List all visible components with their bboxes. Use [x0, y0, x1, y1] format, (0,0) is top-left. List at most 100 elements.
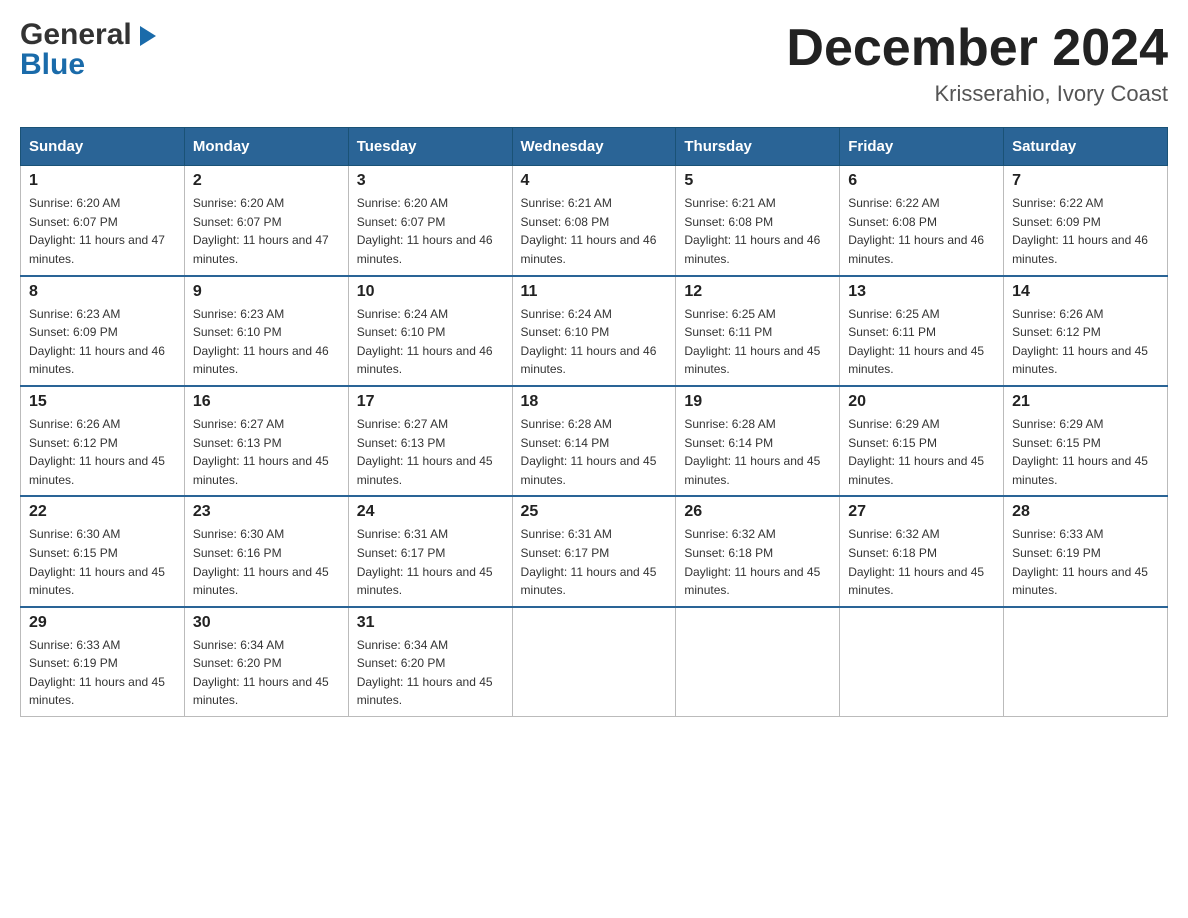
day-info: Sunrise: 6:31 AMSunset: 6:17 PMDaylight:…: [357, 525, 504, 599]
day-info: Sunrise: 6:22 AMSunset: 6:08 PMDaylight:…: [848, 194, 995, 268]
day-number: 22: [29, 503, 176, 521]
day-info: Sunrise: 6:27 AMSunset: 6:13 PMDaylight:…: [193, 415, 340, 489]
day-number: 19: [684, 393, 831, 411]
day-info: Sunrise: 6:28 AMSunset: 6:14 PMDaylight:…: [521, 415, 668, 489]
day-number: 28: [1012, 503, 1159, 521]
day-info: Sunrise: 6:29 AMSunset: 6:15 PMDaylight:…: [1012, 415, 1159, 489]
logo: General Blue: [20, 20, 162, 82]
calendar-cell: 3 Sunrise: 6:20 AMSunset: 6:07 PMDayligh…: [348, 166, 512, 276]
calendar-header: Sunday Monday Tuesday Wednesday Thursday…: [21, 128, 1168, 166]
calendar-cell: 30 Sunrise: 6:34 AMSunset: 6:20 PMDaylig…: [184, 607, 348, 717]
day-number: 11: [521, 283, 668, 301]
page-header: General Blue December 2024 Krisserahio, …: [20, 20, 1168, 107]
day-number: 10: [357, 283, 504, 301]
day-info: Sunrise: 6:30 AMSunset: 6:15 PMDaylight:…: [29, 525, 176, 599]
calendar-cell: 21 Sunrise: 6:29 AMSunset: 6:15 PMDaylig…: [1004, 386, 1168, 496]
calendar-cell: 27 Sunrise: 6:32 AMSunset: 6:18 PMDaylig…: [840, 496, 1004, 606]
day-number: 25: [521, 503, 668, 521]
calendar-cell: 29 Sunrise: 6:33 AMSunset: 6:19 PMDaylig…: [21, 607, 185, 717]
logo-general: General: [20, 20, 132, 50]
day-number: 23: [193, 503, 340, 521]
calendar-cell: 14 Sunrise: 6:26 AMSunset: 6:12 PMDaylig…: [1004, 276, 1168, 386]
month-title: December 2024: [786, 20, 1168, 77]
calendar-cell: 19 Sunrise: 6:28 AMSunset: 6:14 PMDaylig…: [676, 386, 840, 496]
day-info: Sunrise: 6:26 AMSunset: 6:12 PMDaylight:…: [29, 415, 176, 489]
day-info: Sunrise: 6:24 AMSunset: 6:10 PMDaylight:…: [521, 305, 668, 379]
calendar-row: 22 Sunrise: 6:30 AMSunset: 6:15 PMDaylig…: [21, 496, 1168, 606]
logo-blue: Blue: [20, 48, 85, 82]
day-info: Sunrise: 6:24 AMSunset: 6:10 PMDaylight:…: [357, 305, 504, 379]
location: Krisserahio, Ivory Coast: [786, 81, 1168, 107]
calendar-cell: 9 Sunrise: 6:23 AMSunset: 6:10 PMDayligh…: [184, 276, 348, 386]
day-info: Sunrise: 6:32 AMSunset: 6:18 PMDaylight:…: [848, 525, 995, 599]
day-number: 3: [357, 172, 504, 190]
day-number: 7: [1012, 172, 1159, 190]
day-info: Sunrise: 6:21 AMSunset: 6:08 PMDaylight:…: [684, 194, 831, 268]
calendar-row: 8 Sunrise: 6:23 AMSunset: 6:09 PMDayligh…: [21, 276, 1168, 386]
col-sunday: Sunday: [21, 128, 185, 166]
calendar-cell: 13 Sunrise: 6:25 AMSunset: 6:11 PMDaylig…: [840, 276, 1004, 386]
day-info: Sunrise: 6:20 AMSunset: 6:07 PMDaylight:…: [357, 194, 504, 268]
day-number: 15: [29, 393, 176, 411]
day-info: Sunrise: 6:29 AMSunset: 6:15 PMDaylight:…: [848, 415, 995, 489]
day-info: Sunrise: 6:20 AMSunset: 6:07 PMDaylight:…: [193, 194, 340, 268]
calendar-cell: 26 Sunrise: 6:32 AMSunset: 6:18 PMDaylig…: [676, 496, 840, 606]
calendar-cell: 4 Sunrise: 6:21 AMSunset: 6:08 PMDayligh…: [512, 166, 676, 276]
day-number: 1: [29, 172, 176, 190]
calendar-cell: 15 Sunrise: 6:26 AMSunset: 6:12 PMDaylig…: [21, 386, 185, 496]
calendar-cell: 1 Sunrise: 6:20 AMSunset: 6:07 PMDayligh…: [21, 166, 185, 276]
day-info: Sunrise: 6:34 AMSunset: 6:20 PMDaylight:…: [357, 636, 504, 710]
day-number: 21: [1012, 393, 1159, 411]
day-number: 29: [29, 614, 176, 632]
day-number: 2: [193, 172, 340, 190]
calendar-cell: 7 Sunrise: 6:22 AMSunset: 6:09 PMDayligh…: [1004, 166, 1168, 276]
calendar-cell: [1004, 607, 1168, 717]
col-monday: Monday: [184, 128, 348, 166]
day-number: 14: [1012, 283, 1159, 301]
day-info: Sunrise: 6:25 AMSunset: 6:11 PMDaylight:…: [848, 305, 995, 379]
day-number: 24: [357, 503, 504, 521]
day-number: 9: [193, 283, 340, 301]
calendar-cell: 2 Sunrise: 6:20 AMSunset: 6:07 PMDayligh…: [184, 166, 348, 276]
day-info: Sunrise: 6:30 AMSunset: 6:16 PMDaylight:…: [193, 525, 340, 599]
day-info: Sunrise: 6:28 AMSunset: 6:14 PMDaylight:…: [684, 415, 831, 489]
day-number: 16: [193, 393, 340, 411]
day-number: 30: [193, 614, 340, 632]
calendar-row: 15 Sunrise: 6:26 AMSunset: 6:12 PMDaylig…: [21, 386, 1168, 496]
day-info: Sunrise: 6:34 AMSunset: 6:20 PMDaylight:…: [193, 636, 340, 710]
day-number: 27: [848, 503, 995, 521]
day-info: Sunrise: 6:33 AMSunset: 6:19 PMDaylight:…: [1012, 525, 1159, 599]
day-number: 18: [521, 393, 668, 411]
calendar-cell: [512, 607, 676, 717]
calendar-cell: 31 Sunrise: 6:34 AMSunset: 6:20 PMDaylig…: [348, 607, 512, 717]
calendar-table: Sunday Monday Tuesday Wednesday Thursday…: [20, 127, 1168, 717]
calendar-cell: 25 Sunrise: 6:31 AMSunset: 6:17 PMDaylig…: [512, 496, 676, 606]
day-info: Sunrise: 6:22 AMSunset: 6:09 PMDaylight:…: [1012, 194, 1159, 268]
day-number: 17: [357, 393, 504, 411]
col-thursday: Thursday: [676, 128, 840, 166]
logo-arrow-icon: [134, 22, 162, 50]
day-number: 6: [848, 172, 995, 190]
day-number: 26: [684, 503, 831, 521]
day-info: Sunrise: 6:33 AMSunset: 6:19 PMDaylight:…: [29, 636, 176, 710]
col-friday: Friday: [840, 128, 1004, 166]
day-info: Sunrise: 6:20 AMSunset: 6:07 PMDaylight:…: [29, 194, 176, 268]
calendar-cell: 24 Sunrise: 6:31 AMSunset: 6:17 PMDaylig…: [348, 496, 512, 606]
calendar-cell: 16 Sunrise: 6:27 AMSunset: 6:13 PMDaylig…: [184, 386, 348, 496]
day-number: 4: [521, 172, 668, 190]
calendar-cell: 22 Sunrise: 6:30 AMSunset: 6:15 PMDaylig…: [21, 496, 185, 606]
calendar-cell: 10 Sunrise: 6:24 AMSunset: 6:10 PMDaylig…: [348, 276, 512, 386]
day-number: 12: [684, 283, 831, 301]
title-section: December 2024 Krisserahio, Ivory Coast: [786, 20, 1168, 107]
day-number: 20: [848, 393, 995, 411]
calendar-cell: 18 Sunrise: 6:28 AMSunset: 6:14 PMDaylig…: [512, 386, 676, 496]
col-saturday: Saturday: [1004, 128, 1168, 166]
calendar-cell: 28 Sunrise: 6:33 AMSunset: 6:19 PMDaylig…: [1004, 496, 1168, 606]
col-wednesday: Wednesday: [512, 128, 676, 166]
calendar-cell: 17 Sunrise: 6:27 AMSunset: 6:13 PMDaylig…: [348, 386, 512, 496]
calendar-cell: [840, 607, 1004, 717]
calendar-cell: [676, 607, 840, 717]
day-info: Sunrise: 6:31 AMSunset: 6:17 PMDaylight:…: [521, 525, 668, 599]
day-number: 31: [357, 614, 504, 632]
calendar-cell: 20 Sunrise: 6:29 AMSunset: 6:15 PMDaylig…: [840, 386, 1004, 496]
